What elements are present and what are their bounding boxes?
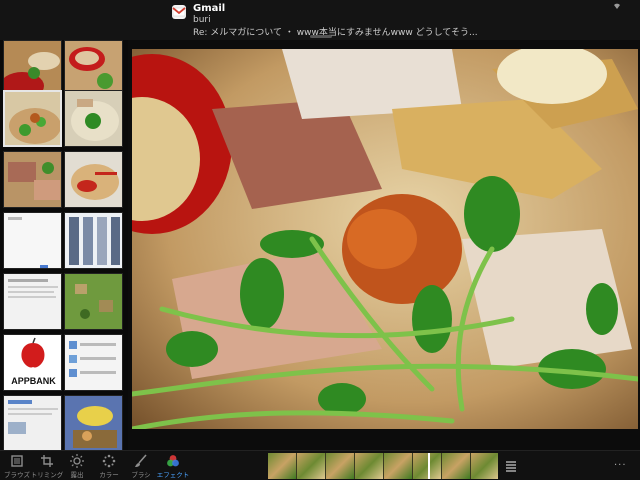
color-button[interactable]: カラー <box>92 453 126 480</box>
banner-grabber[interactable] <box>310 35 332 38</box>
thumbnail-game-map[interactable] <box>64 273 123 330</box>
tool-label: ブラウズ <box>4 471 30 479</box>
tool-label: 露出 <box>70 471 84 479</box>
list-icon[interactable] <box>504 459 518 473</box>
color-icon <box>102 454 116 468</box>
filmstrip-frame <box>268 453 296 479</box>
more-button[interactable]: ··· <box>614 460 627 471</box>
tool-label: エフェクト <box>156 471 190 479</box>
wifi-icon <box>612 2 622 12</box>
exposure-icon <box>70 454 84 468</box>
thumbnail-soup-spoon[interactable] <box>64 151 123 208</box>
thumbnail-list-page[interactable] <box>64 334 123 391</box>
notification-message: Re: メルマガについて ・ www本当にすみませんwww どうしてそう... <box>193 28 478 38</box>
thumbnail-appbank-logo[interactable]: APPBANK <box>3 334 62 391</box>
filmstrip-frame <box>413 453 441 479</box>
svg-text:APPBANK: APPBANK <box>11 376 56 386</box>
filmstrip-frame <box>442 453 470 479</box>
filmstrip-frame <box>355 453 383 479</box>
crop-icon <box>41 455 53 467</box>
thumbnail-game-art[interactable] <box>64 395 123 450</box>
thumbnail-ramen-close[interactable] <box>3 90 62 147</box>
thumbnail-ramen-green[interactable] <box>64 90 123 147</box>
tool-label: カラー <box>99 471 119 479</box>
thumbnail-ramen-bowl[interactable] <box>3 40 62 97</box>
thumbnail-ui-grid[interactable] <box>64 212 123 269</box>
filmstrip-scrubber[interactable] <box>268 453 498 479</box>
filmstrip-frame <box>384 453 412 479</box>
notification-banner[interactable]: Gmail buri Re: メルマガについて ・ www本当にすみませんwww… <box>0 0 640 40</box>
exposure-button[interactable]: 露出 <box>60 453 94 480</box>
browse-button[interactable]: ブラウズ <box>0 453 34 480</box>
filmstrip-frame <box>297 453 325 479</box>
gmail-envelope-icon <box>172 5 186 19</box>
brush-button[interactable]: ブラシ <box>124 453 158 480</box>
filmstrip-frame <box>326 453 354 479</box>
tool-label: トリミング <box>30 471 64 479</box>
thumbnail-ramen-meat[interactable] <box>3 151 62 208</box>
thumbnail-white-page[interactable] <box>3 212 62 269</box>
thumbnail-sidebar[interactable]: APPBANK <box>0 40 128 450</box>
effects-button[interactable]: エフェクト <box>156 453 190 480</box>
filmstrip-position-marker[interactable] <box>428 453 430 479</box>
main-photo[interactable] <box>132 49 638 429</box>
bottom-toolbar: ブラウズ トリミング 露出 カラー ブラシ エフェクト ··· <box>0 450 640 480</box>
thumbnail-document[interactable] <box>3 273 62 330</box>
notification-app-name: Gmail <box>193 3 226 14</box>
browse-icon <box>11 455 23 467</box>
filmstrip-frame <box>471 453 498 479</box>
thumbnail-ramen-spoon[interactable] <box>64 40 123 97</box>
brush-icon <box>135 454 147 467</box>
crop-button[interactable]: トリミング <box>30 453 64 480</box>
effects-icon <box>167 455 179 467</box>
thumbnail-article-page[interactable] <box>3 395 62 450</box>
notification-sender: buri <box>193 15 211 25</box>
tool-label: ブラシ <box>131 471 151 479</box>
